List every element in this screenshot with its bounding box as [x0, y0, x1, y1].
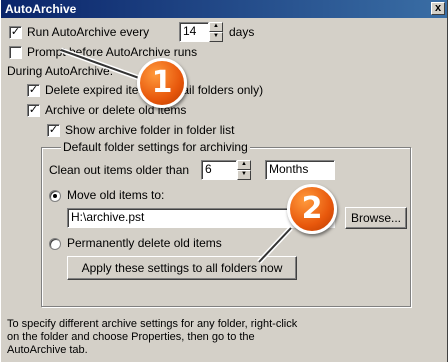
- callout-1-pointer-core: [60, 49, 140, 79]
- callout-badge-2: 2: [287, 184, 337, 234]
- callout-pointer-lines: [60, 47, 293, 264]
- callout-badge-1: 1: [137, 58, 187, 108]
- callout-2-pointer-core: [258, 227, 292, 263]
- autoarchive-dialog: AutoArchive x ✓ Run AutoArchive every 14…: [0, 0, 448, 362]
